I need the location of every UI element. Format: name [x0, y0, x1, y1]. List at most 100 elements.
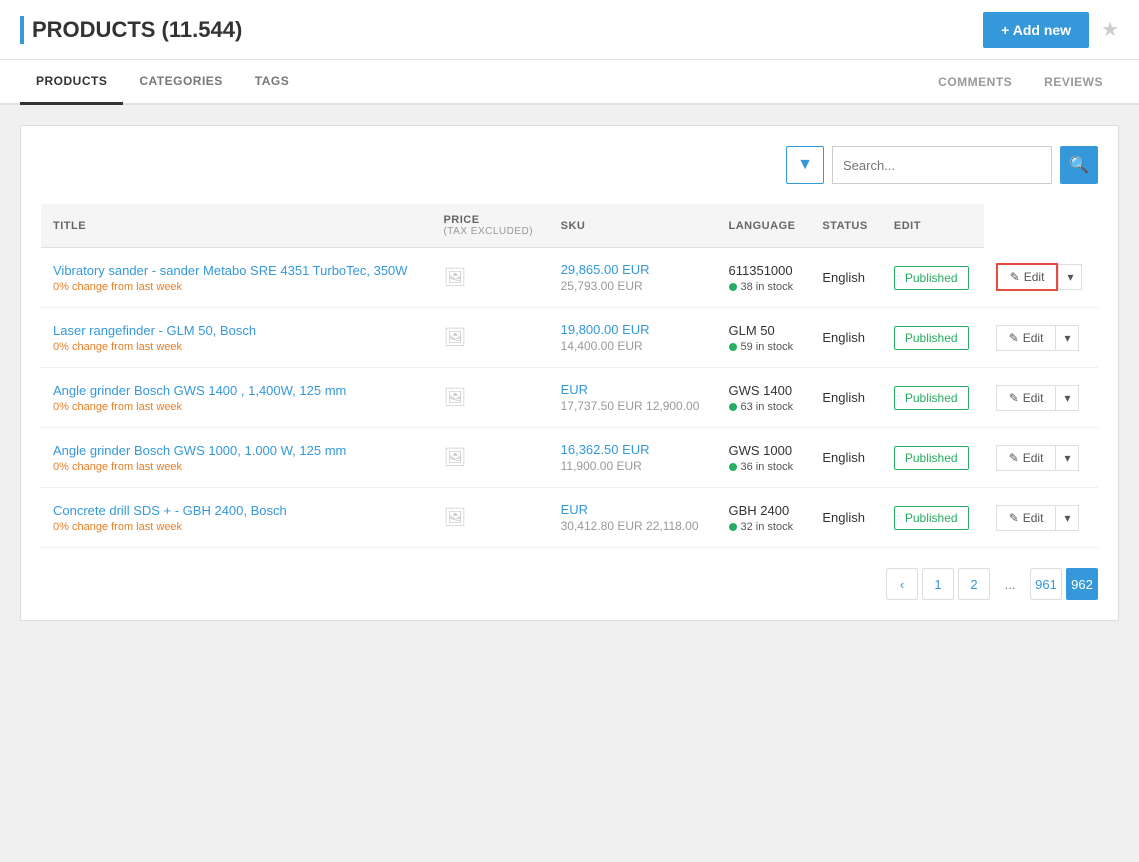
tab-reviews[interactable]: REVIEWS — [1028, 61, 1119, 103]
price-secondary-4: 30,412.80 EUR 22,118.00 — [561, 519, 705, 533]
cell-title-2: Angle grinder Bosch GWS 1400 , 1,400W, 1… — [41, 368, 431, 428]
cell-status-0: Published — [882, 248, 984, 308]
pagination-page-2[interactable]: 2 — [958, 568, 990, 600]
table-row: Concrete drill SDS + - GBH 2400, Bosch 0… — [41, 488, 1098, 548]
cell-title-4: Concrete drill SDS + - GBH 2400, Bosch 0… — [41, 488, 431, 548]
edit-button-3[interactable]: ✎ Edit — [996, 445, 1056, 471]
sku-value-2: GWS 1400 — [729, 383, 799, 398]
change-text-3: change from last week — [72, 461, 182, 473]
edit-pencil-icon-0: ✎ — [1010, 270, 1020, 284]
edit-btn-group-4: ✎ Edit ▾ — [996, 505, 1086, 531]
page-title-text: PRODUCTS (11.544) — [32, 17, 242, 43]
change-text-2: change from last week — [72, 401, 182, 413]
edit-button-4[interactable]: ✎ Edit — [996, 505, 1056, 531]
price-secondary-3: 11,900.00 EUR — [561, 459, 705, 473]
pagination-page-961[interactable]: 961 — [1030, 568, 1062, 600]
product-change-0: 0% change from last week — [53, 281, 419, 293]
product-name-0[interactable]: Vibratory sander - sander Metabo SRE 435… — [53, 263, 419, 278]
stock-dot-2 — [729, 403, 737, 411]
price-main-3: 16,362.50 EUR — [561, 442, 705, 457]
stock-dot-1 — [729, 343, 737, 351]
edit-dropdown-3[interactable]: ▾ — [1055, 445, 1079, 471]
dropdown-arrow-icon-0: ▾ — [1067, 270, 1073, 284]
stock-info-3: 36 in stock — [729, 461, 799, 473]
table-header-row: TITLE PRICE (TAX EXCLUDED) SKU LANGUAGE … — [41, 204, 1098, 248]
table-row: Angle grinder Bosch GWS 1000, 1.000 W, 1… — [41, 428, 1098, 488]
edit-btn-group-2: ✎ Edit ▾ — [996, 385, 1086, 411]
pagination-dots: ... — [994, 568, 1026, 600]
stock-dot-3 — [729, 463, 737, 471]
status-badge-4: Published — [894, 506, 969, 530]
search-button[interactable]: 🔍 — [1060, 146, 1098, 184]
product-name-3[interactable]: Angle grinder Bosch GWS 1000, 1.000 W, 1… — [53, 443, 419, 458]
stock-info-0: 38 in stock — [729, 281, 799, 293]
tab-products[interactable]: PRODUCTS — [20, 60, 123, 105]
favorite-star-icon[interactable]: ★ — [1101, 17, 1119, 42]
cell-image-1: 🖼 — [431, 308, 548, 368]
search-input[interactable] — [832, 146, 1052, 184]
product-image-icon-0[interactable]: 🖼 — [443, 267, 466, 287]
price-main-1: 19,800.00 EUR — [561, 322, 705, 337]
sku-value-1: GLM 50 — [729, 323, 799, 338]
stock-dot-0 — [729, 283, 737, 291]
cell-price-1: 19,800.00 EUR 14,400.00 EUR — [549, 308, 717, 368]
edit-button-1[interactable]: ✎ Edit — [996, 325, 1056, 351]
price-main-2: EUR — [561, 382, 705, 397]
product-image-icon-4[interactable]: 🖼 — [443, 507, 466, 527]
pagination-page-1[interactable]: 1 — [922, 568, 954, 600]
edit-dropdown-1[interactable]: ▾ — [1055, 325, 1079, 351]
price-main-4: EUR — [561, 502, 705, 517]
price-main-0: 29,865.00 EUR — [561, 262, 705, 277]
cell-title-3: Angle grinder Bosch GWS 1000, 1.000 W, 1… — [41, 428, 431, 488]
edit-pencil-icon-2: ✎ — [1009, 391, 1019, 405]
title-bar-accent — [20, 16, 24, 44]
cell-status-2: Published — [882, 368, 984, 428]
tab-categories[interactable]: CATEGORIES — [123, 60, 238, 105]
tab-tags[interactable]: TAGS — [239, 60, 305, 105]
dropdown-arrow-icon-4: ▾ — [1064, 511, 1070, 525]
table-row: Laser rangefinder - GLM 50, Bosch 0% cha… — [41, 308, 1098, 368]
cell-language-0: English — [810, 248, 882, 308]
tabs-left: PRODUCTS CATEGORIES TAGS — [20, 60, 305, 103]
stock-info-4: 32 in stock — [729, 521, 799, 533]
product-name-2[interactable]: Angle grinder Bosch GWS 1400 , 1,400W, 1… — [53, 383, 419, 398]
change-percent-2: 0% — [53, 401, 69, 413]
change-percent-0: 0% — [53, 281, 69, 293]
cell-sku-3: GWS 1000 36 in stock — [717, 428, 811, 488]
product-name-1[interactable]: Laser rangefinder - GLM 50, Bosch — [53, 323, 419, 338]
cell-image-0: 🖼 — [431, 248, 548, 308]
dropdown-arrow-icon-3: ▾ — [1064, 451, 1070, 465]
col-status: STATUS — [810, 204, 882, 248]
tab-comments[interactable]: COMMENTS — [922, 61, 1028, 103]
edit-dropdown-0[interactable]: ▾ — [1058, 264, 1082, 290]
status-badge-2: Published — [894, 386, 969, 410]
change-percent-4: 0% — [53, 521, 69, 533]
product-change-4: 0% change from last week — [53, 521, 419, 533]
product-image-icon-2[interactable]: 🖼 — [443, 387, 466, 407]
filter-icon: ▼ — [797, 156, 813, 174]
cell-edit-0: ✎ Edit ▾ — [984, 248, 1098, 308]
edit-dropdown-4[interactable]: ▾ — [1055, 505, 1079, 531]
status-badge-0: Published — [894, 266, 969, 290]
language-value-1: English — [822, 330, 865, 345]
table-row: Vibratory sander - sander Metabo SRE 435… — [41, 248, 1098, 308]
cell-edit-1: ✎ Edit ▾ — [984, 308, 1098, 368]
product-image-icon-3[interactable]: 🖼 — [443, 447, 466, 467]
product-image-icon-1[interactable]: 🖼 — [443, 327, 466, 347]
filter-button[interactable]: ▼ — [786, 146, 824, 184]
cell-image-3: 🖼 — [431, 428, 548, 488]
add-new-button[interactable]: + Add new — [983, 12, 1089, 48]
edit-button-0[interactable]: ✎ Edit — [996, 263, 1059, 291]
pagination-page-962[interactable]: 962 — [1066, 568, 1098, 600]
cell-status-4: Published — [882, 488, 984, 548]
change-text-1: change from last week — [72, 341, 182, 353]
col-language: LANGUAGE — [717, 204, 811, 248]
col-sku: SKU — [549, 204, 717, 248]
language-value-3: English — [822, 450, 865, 465]
product-name-4[interactable]: Concrete drill SDS + - GBH 2400, Bosch — [53, 503, 419, 518]
tabs-bar: PRODUCTS CATEGORIES TAGS COMMENTS REVIEW… — [0, 60, 1139, 105]
edit-button-2[interactable]: ✎ Edit — [996, 385, 1056, 411]
edit-dropdown-2[interactable]: ▾ — [1055, 385, 1079, 411]
tabs-right: COMMENTS REVIEWS — [922, 61, 1119, 103]
pagination-prev[interactable]: ‹ — [886, 568, 918, 600]
